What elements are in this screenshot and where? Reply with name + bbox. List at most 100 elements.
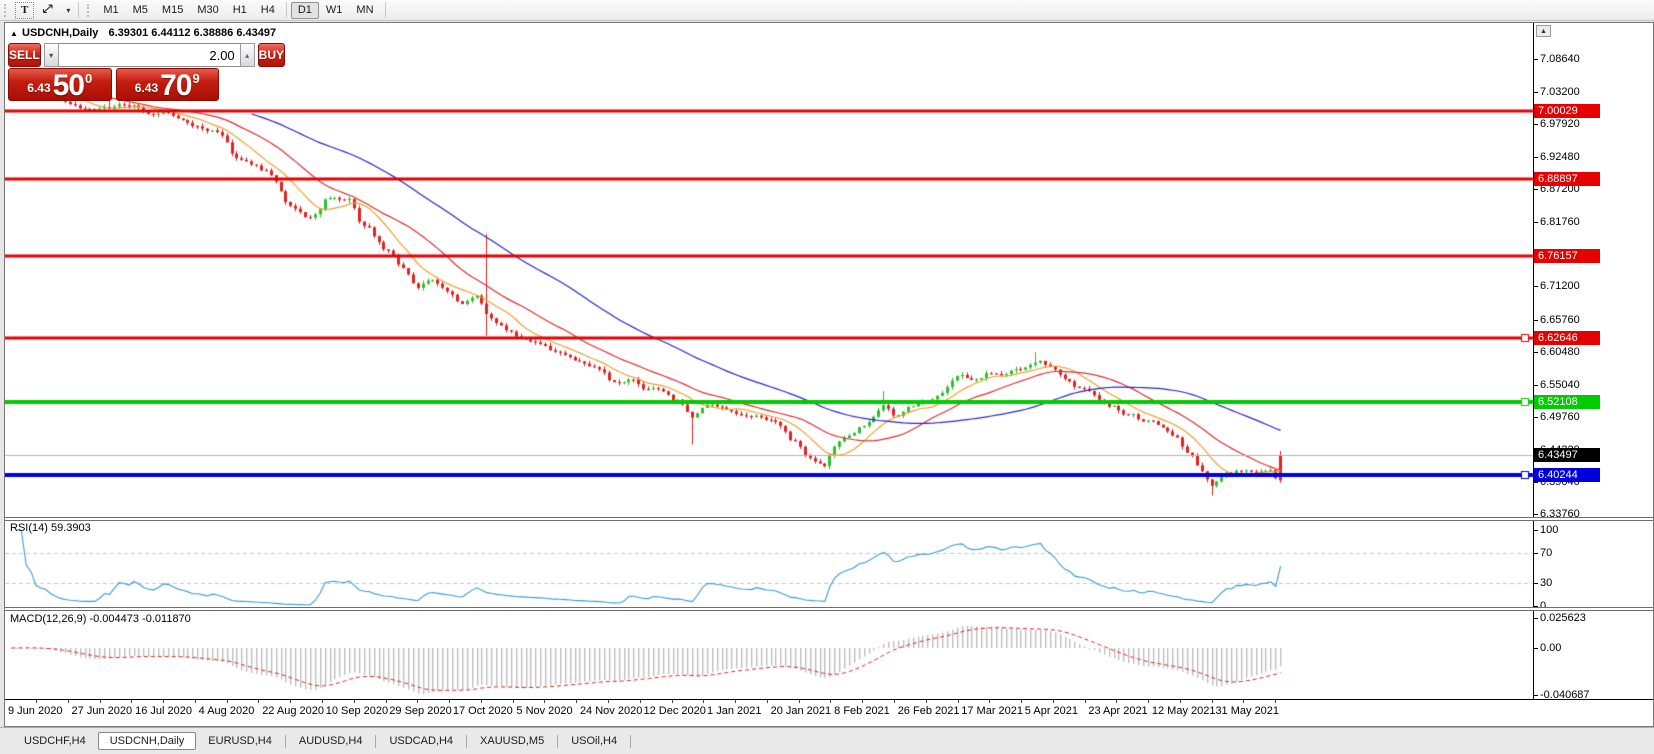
date-axis-tickmark	[1053, 700, 1054, 703]
chart-tab-audusd-h4[interactable]: AUDUSD,H4	[287, 732, 375, 750]
price-axis-tickmark	[1533, 59, 1538, 60]
rsi-indicator-label: RSI(14) 59.3903	[10, 522, 91, 534]
macd-pane-divider[interactable]	[5, 607, 1653, 611]
chart-tab-usdcad-h4[interactable]: USDCAD,H4	[377, 732, 465, 750]
date-axis-label: 10 Sep 2020	[326, 705, 388, 717]
sell-price-big: 50	[53, 73, 84, 99]
price-axis-label: 6.60480	[1540, 345, 1580, 359]
date-axis-label: 12 Dec 2020	[644, 705, 706, 717]
timeframe-button-h1[interactable]: H1	[226, 2, 254, 19]
rsi-axis-tickmark	[1533, 530, 1538, 531]
price-level-badge: 6.88897	[1534, 172, 1600, 186]
date-axis-tickmark	[1275, 700, 1276, 703]
date-axis-tickmark	[1243, 700, 1244, 703]
date-axis-tickmark	[163, 700, 164, 703]
timeframe-button-w1[interactable]: W1	[319, 2, 350, 19]
date-axis-tickmark	[481, 700, 482, 703]
date-axis-tickmark	[354, 700, 355, 703]
sell-button[interactable]: SELL	[8, 43, 41, 67]
date-axis-tickmark	[100, 700, 101, 703]
price-level-badge: 7.00029	[1534, 104, 1600, 118]
date-axis-tickmark	[195, 700, 196, 703]
chart-tab-usdchf-h4[interactable]: USDCHF,H4	[12, 732, 98, 750]
volume-decrease-button[interactable]: ▾	[44, 43, 59, 67]
cursor-tool-button[interactable]	[34, 2, 62, 19]
date-axis-tickmark	[672, 700, 673, 703]
timeframe-button-d1[interactable]: D1	[291, 2, 319, 19]
date-axis-tickmark	[926, 700, 927, 703]
date-axis[interactable]: 9 Jun 202027 Jun 202016 Jul 20204 Aug 20…	[5, 700, 1653, 726]
chart-tab-usdcnh-daily[interactable]: USDCNH,Daily	[98, 732, 197, 750]
chart-title: USDCNH,Daily 6.39301 6.44112 6.38886 6.4…	[22, 27, 276, 39]
date-axis-label: 17 Mar 2021	[961, 705, 1023, 717]
date-axis-label: 17 Oct 2020	[453, 705, 513, 717]
date-axis-label: 9 Jun 2020	[8, 705, 62, 717]
timeframe-button-mn[interactable]: MN	[349, 2, 380, 19]
date-axis-tickmark	[1148, 700, 1149, 703]
text-tool-button[interactable]: T	[15, 2, 34, 19]
date-axis-label: 1 Jan 2021	[707, 705, 761, 717]
date-axis-label: 5 Nov 2020	[516, 705, 572, 717]
toolbar-separator	[286, 2, 287, 18]
buy-price-button[interactable]: 6.43 70 9	[116, 68, 220, 101]
price-axis-label: 6.81760	[1540, 215, 1580, 229]
date-axis-tickmark	[735, 700, 736, 703]
price-axis-label: 6.92480	[1540, 150, 1580, 164]
buy-price-big: 70	[160, 73, 191, 99]
chart-tab-eurusd-h4[interactable]: EURUSD,H4	[196, 732, 284, 750]
date-axis-tickmark	[640, 700, 641, 703]
date-axis-label: 5 Apr 2021	[1025, 705, 1078, 717]
price-axis-label: 6.71200	[1540, 279, 1580, 293]
price-axis-tickmark	[1533, 320, 1538, 321]
date-axis-tickmark	[1085, 700, 1086, 703]
price-level-badge: 6.52108	[1534, 395, 1600, 409]
date-axis-tickmark	[36, 700, 37, 703]
scroll-up-icon: ▲	[1540, 28, 1547, 35]
price-axis-tickmark	[1533, 189, 1538, 190]
timeframe-button-m5[interactable]: M5	[126, 2, 155, 19]
buy-button[interactable]: BUY	[258, 43, 285, 67]
price-axis-tickmark	[1533, 417, 1538, 418]
price-axis-label: 7.03200	[1540, 85, 1580, 99]
current-price-badge: 6.43497	[1534, 448, 1600, 462]
scroll-up-button[interactable]: ▲	[1536, 25, 1551, 37]
date-axis-label: 29 Sep 2020	[389, 705, 451, 717]
toolbar-separator	[78, 2, 79, 18]
macd-indicator-label: MACD(12,26,9) -0.004473 -0.011870	[10, 613, 191, 625]
date-axis-tickmark	[1116, 700, 1117, 703]
date-axis-tickmark	[68, 700, 69, 703]
date-axis-tickmark	[290, 700, 291, 703]
rsi-pane-divider[interactable]	[5, 517, 1653, 521]
date-axis-tickmark	[608, 700, 609, 703]
date-axis-tickmark	[449, 700, 450, 703]
timeframe-button-m15[interactable]: M15	[155, 2, 190, 19]
chart-tab-xauusd-m5[interactable]: XAUUSD,M5	[468, 732, 556, 750]
date-axis-label: 22 Aug 2020	[262, 705, 324, 717]
sell-price-prefix: 6.43	[27, 81, 50, 95]
macd-axis-tickmark	[1533, 695, 1538, 696]
toolbar-drag-handle[interactable]	[4, 4, 8, 17]
buy-price-prefix: 6.43	[135, 81, 158, 95]
collapse-panel-icon[interactable]: ▲	[10, 29, 18, 38]
price-axis-tickmark	[1533, 157, 1538, 158]
chart-ohlc-values: 6.39301 6.44112 6.38886 6.43497	[108, 27, 276, 39]
timeframe-button-m30[interactable]: M30	[190, 2, 225, 19]
text-tool-icon: T	[21, 4, 28, 16]
timeframe-button-h4[interactable]: H4	[254, 2, 282, 19]
toolbar-drag-handle[interactable]	[87, 4, 91, 17]
timeframe-button-m1[interactable]: M1	[96, 2, 125, 19]
volume-increase-button[interactable]: ▴	[240, 43, 255, 67]
sell-price-button[interactable]: 6.43 50 0	[8, 68, 112, 101]
macd-axis-label: 0.025623	[1540, 611, 1586, 625]
date-axis-tickmark	[258, 700, 259, 703]
one-click-trading-panel: SELL ▾ ▴ BUY 6.43 50 0 6.43 70 9	[8, 43, 219, 101]
rsi-axis-label: 70	[1540, 546, 1552, 560]
chart-tab-usoil-h4[interactable]: USOil,H4	[559, 732, 629, 750]
cursor-tool-dropdown[interactable]: ▾	[62, 2, 74, 19]
price-chart-canvas[interactable]	[5, 23, 1653, 699]
date-axis-tickmark	[1212, 700, 1213, 703]
date-axis-label: 31 May 2021	[1215, 705, 1279, 717]
price-axis-tickmark	[1533, 286, 1538, 287]
date-axis-tickmark	[862, 700, 863, 703]
volume-input[interactable]	[59, 43, 240, 67]
